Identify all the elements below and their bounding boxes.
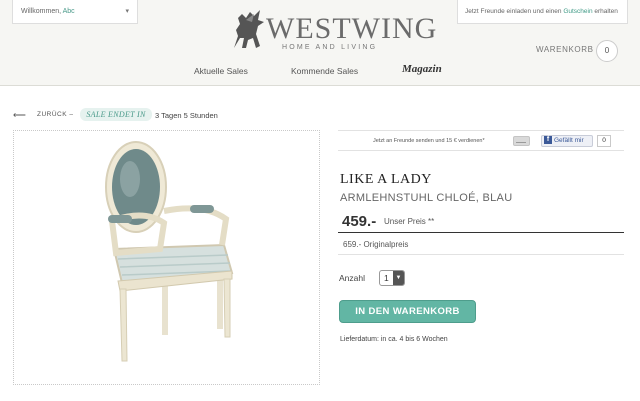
invite-suffix: erhalten [594, 8, 618, 15]
back-arrow-icon[interactable]: ⟵ [13, 110, 26, 121]
pegasus-logo-icon[interactable] [226, 8, 268, 52]
quantity-label: Anzahl [339, 273, 365, 283]
voucher-link[interactable]: Gutschein [563, 8, 592, 15]
invite-banner: Jetzt Freunde einladen und einen Gutsche… [457, 0, 628, 24]
user-name[interactable]: Abc [63, 8, 75, 15]
original-price-row: 659.- Originalpreis [338, 233, 624, 255]
cart-label[interactable]: WARENKORB [536, 45, 594, 54]
back-link[interactable]: ZURÜCK – [37, 111, 74, 118]
mail-icon[interactable] [513, 136, 530, 146]
chevron-down-icon[interactable]: ▾ [125, 7, 129, 15]
nav-current-sales[interactable]: Aktuelle Sales [194, 66, 248, 76]
facebook-icon: f [544, 135, 552, 144]
product-image[interactable] [13, 130, 320, 385]
logo-tagline: HOME AND LIVING [282, 44, 378, 51]
share-text: Jetzt an Freunde senden und 15 € verdien… [373, 138, 485, 144]
cart-count-badge[interactable]: 0 [596, 40, 618, 62]
sale-countdown: 3 Tagen 5 Stunden [155, 111, 218, 120]
facebook-like-count: 0 [597, 135, 611, 147]
sale-price: 459.- [342, 213, 377, 230]
armchair-image [105, 141, 234, 362]
site-header: Willkommen, Abc ▾ Jetzt Freunde einladen… [0, 0, 640, 86]
share-bar: Jetzt an Freunde senden und 15 € verdien… [338, 130, 624, 151]
product-subtitle: ARMLEHNSTUHL CHLOÉ, BLAU [340, 192, 513, 204]
nav-upcoming-sales[interactable]: Kommende Sales [291, 66, 358, 76]
quantity-value: 1 [384, 273, 389, 283]
invite-text: Jetzt Freunde einladen und einen [465, 8, 562, 15]
price-label: Unser Preis ** [384, 217, 435, 226]
account-menu[interactable]: Willkommen, Abc ▾ [12, 0, 138, 24]
chevron-down-icon[interactable]: ▼ [393, 271, 404, 285]
original-price: 659.- Originalpreis [343, 240, 409, 249]
delivery-date: Lieferdatum: in ca. 4 bis 6 Wochen [340, 336, 448, 343]
sale-ends-badge: SALE ENDET IN [80, 108, 152, 121]
quantity-select[interactable]: 1 ▼ [379, 270, 405, 286]
add-to-cart-button[interactable]: IN DEN WARENKORB [339, 300, 476, 323]
welcome-text: Willkommen, Abc [21, 8, 75, 15]
logo-wordmark[interactable]: WESTWING [266, 14, 437, 44]
nav-magazin[interactable]: Magazin [402, 63, 442, 75]
product-title: LIKE A LADY [340, 172, 432, 187]
price-row: 459.- Unser Preis ** [338, 209, 624, 233]
facebook-like-button[interactable]: f Gefällt mir [541, 135, 593, 147]
